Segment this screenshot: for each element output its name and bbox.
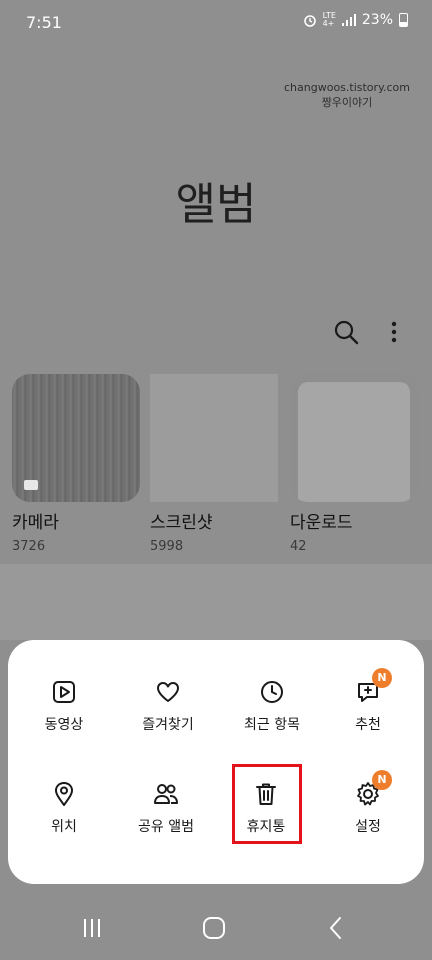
menu-item-videos[interactable]: 동영상 bbox=[12, 678, 116, 734]
menu-item-settings[interactable]: N 설정 bbox=[316, 770, 420, 836]
album-count: 42 bbox=[290, 539, 307, 554]
menu-label: 추천 bbox=[355, 717, 381, 733]
menu-item-suggestions[interactable]: N 추천 bbox=[316, 668, 420, 734]
album-card-camera[interactable]: 카메라 3726 bbox=[12, 374, 140, 554]
menu-item-locations[interactable]: 위치 bbox=[12, 780, 116, 836]
menu-label: 즐겨찾기 bbox=[142, 717, 194, 733]
play-video-icon bbox=[50, 678, 78, 706]
menu-label: 최근 항목 bbox=[244, 717, 300, 733]
back-icon[interactable] bbox=[316, 914, 356, 942]
people-icon bbox=[152, 780, 180, 808]
menu-item-shared-albums[interactable]: 공유 앨범 bbox=[114, 780, 218, 836]
album-card-downloads[interactable]: 다운로드 42 bbox=[290, 374, 418, 554]
camera-icon bbox=[24, 480, 38, 490]
album-thumbnail bbox=[12, 374, 140, 502]
navigation-bar bbox=[0, 896, 432, 960]
network-sub-label: 4+ bbox=[322, 19, 335, 28]
album-name: 카메라 bbox=[12, 513, 59, 533]
signal-icon bbox=[341, 14, 356, 26]
settings-preview-image bbox=[298, 382, 410, 502]
menu-label: 설정 bbox=[355, 819, 381, 835]
album-card-screenshots[interactable]: 스크린샷 5998 bbox=[150, 374, 278, 554]
menu-label: 동영상 bbox=[44, 717, 84, 733]
menu-item-favorites[interactable]: 즐겨찾기 bbox=[116, 678, 220, 734]
status-time: 7:51 bbox=[26, 13, 62, 32]
suggest-icon: N bbox=[354, 668, 392, 706]
album-count: 3726 bbox=[12, 539, 46, 554]
album-name: 다운로드 bbox=[290, 513, 353, 533]
home-icon[interactable] bbox=[194, 914, 234, 942]
heart-icon bbox=[154, 678, 182, 706]
album-thumbnail bbox=[150, 374, 278, 502]
recent-apps-icon[interactable] bbox=[72, 914, 112, 942]
status-bar: 7:51 LTE 4+ 23% bbox=[0, 0, 432, 44]
bottom-sheet-menu: 동영상 즐겨찾기 최근 항목 N 추천 위치 공유 앨범 휴지통 N 설정 bbox=[8, 640, 424, 884]
new-badge: N bbox=[372, 770, 392, 790]
clock-icon bbox=[258, 678, 286, 706]
location-pin-icon bbox=[50, 780, 78, 808]
new-badge: N bbox=[372, 668, 392, 688]
menu-label: 공유 앨범 bbox=[138, 819, 194, 835]
album-thumbnail bbox=[290, 374, 418, 502]
more-vert-icon[interactable] bbox=[380, 318, 408, 346]
menu-item-recent[interactable]: 최근 항목 bbox=[220, 678, 324, 734]
gear-icon: N bbox=[354, 770, 392, 808]
status-icons: LTE 4+ 23% bbox=[303, 12, 408, 28]
watermark-blog-name: 짱우이야기 bbox=[321, 96, 373, 109]
page-title: 앨범 bbox=[175, 179, 257, 230]
battery-percent: 23% bbox=[361, 12, 393, 28]
watermark-url: changwoos.tistory.com bbox=[284, 81, 410, 94]
battery-icon bbox=[399, 13, 408, 27]
search-icon[interactable] bbox=[332, 318, 360, 346]
alarm-icon bbox=[303, 15, 316, 27]
album-name: 스크린샷 bbox=[150, 513, 213, 533]
highlight-box bbox=[232, 764, 302, 844]
album-count: 5998 bbox=[150, 539, 184, 554]
watermark: changwoos.tistory.com 짱우이야기 bbox=[284, 80, 410, 110]
album-row-next bbox=[0, 564, 432, 640]
menu-label: 위치 bbox=[51, 819, 77, 835]
network-type: LTE 4+ bbox=[323, 12, 336, 28]
